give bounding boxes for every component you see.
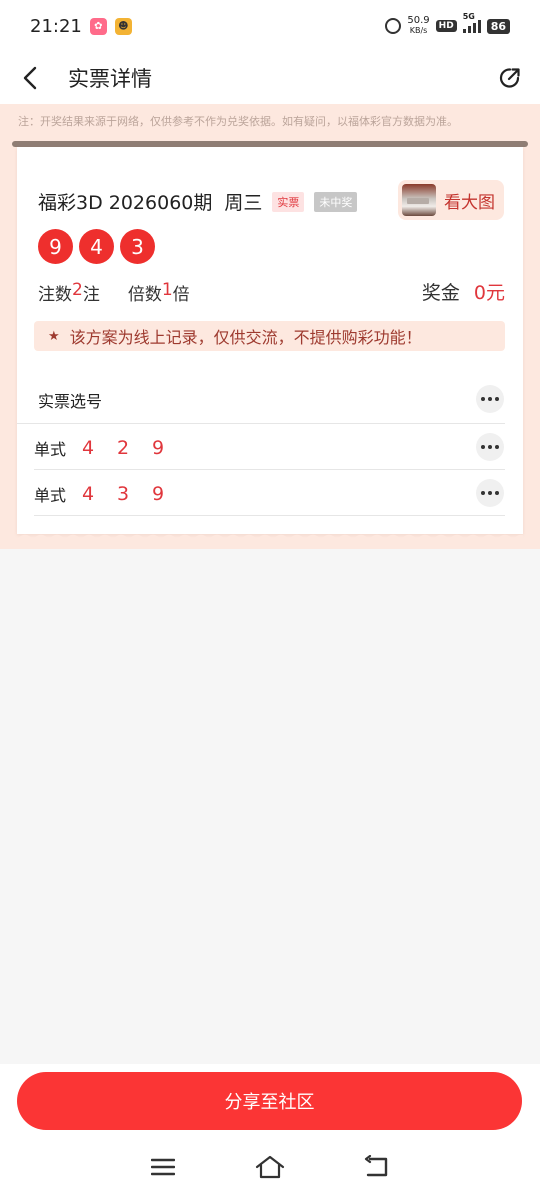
number-ball: 9 bbox=[38, 229, 73, 264]
multiple-unit: 倍 bbox=[172, 285, 190, 305]
bets-unit: 注 bbox=[82, 285, 100, 305]
status-indicators: 50.9 KB/s HD 5G 86 bbox=[385, 12, 510, 36]
pick-row: 单式 4 3 9 bbox=[34, 479, 187, 509]
share-button[interactable] bbox=[480, 52, 540, 104]
more-icon[interactable] bbox=[476, 479, 504, 507]
multiple-value: 1 bbox=[161, 280, 173, 300]
multiple-label: 倍数 bbox=[127, 285, 162, 305]
pick-type: 单式 bbox=[34, 440, 67, 459]
alarm-icon bbox=[385, 18, 402, 34]
number-ball: 3 bbox=[120, 229, 155, 264]
source-notice: 注：开奖结果来源于网络，仅供参考不作为兑奖依据。如有疑问，以福体彩官方数据为准。 bbox=[18, 115, 458, 128]
view-big-picture-label: 看大图 bbox=[444, 192, 495, 213]
ticket-header: 福彩3D 2026060期 周三 实票 未中奖 bbox=[38, 188, 358, 215]
status-badge: 未中奖 bbox=[314, 191, 358, 212]
winning-numbers: 9 4 3 bbox=[38, 229, 155, 264]
pick-number: 2 bbox=[117, 437, 130, 459]
star-icon: ★ bbox=[48, 328, 60, 344]
status-bar: 21:21 ✿ ☻ 50.9 KB/s HD 5G 86 bbox=[0, 0, 540, 52]
home-nav-button[interactable] bbox=[250, 1147, 290, 1187]
back-button[interactable] bbox=[0, 52, 60, 104]
ticket-thumbnail bbox=[402, 184, 436, 216]
prize-amount: 0元 bbox=[473, 282, 505, 304]
disclaimer-banner: ★ 该方案为线上记录，仅供交流，不提供购彩功能！ bbox=[34, 321, 505, 351]
view-big-picture-button[interactable]: 看大图 bbox=[398, 180, 504, 220]
pick-number: 3 bbox=[117, 483, 130, 505]
prize-label: 奖金 bbox=[421, 282, 460, 304]
menu-nav-button[interactable] bbox=[143, 1147, 183, 1187]
back-icon bbox=[364, 1155, 387, 1177]
app-notification-icon: ✿ bbox=[89, 17, 107, 35]
more-icon[interactable] bbox=[476, 433, 504, 461]
page-title: 实票详情 bbox=[68, 67, 152, 91]
bets-value: 2 bbox=[72, 280, 83, 300]
title-bar: 实票详情 bbox=[0, 52, 540, 104]
disclaimer-text: 该方案为线上记录，仅供交流，不提供购彩功能！ bbox=[69, 328, 422, 347]
pick-number: 4 bbox=[82, 483, 95, 505]
battery-icon: 86 bbox=[486, 18, 510, 34]
number-ball: 4 bbox=[79, 229, 114, 264]
pick-number: 4 bbox=[82, 437, 95, 459]
network-type: 5G bbox=[462, 12, 475, 21]
signal-icon: 5G bbox=[462, 12, 481, 33]
bets-label: 注数 bbox=[38, 285, 72, 305]
real-ticket-badge: 实票 bbox=[272, 191, 305, 212]
pick-row: 单式 4 2 9 bbox=[34, 433, 187, 463]
menu-icon bbox=[151, 1158, 176, 1176]
chevron-left-icon bbox=[23, 66, 37, 90]
prize: 奖金 0元 bbox=[422, 278, 505, 305]
more-icon[interactable] bbox=[476, 385, 504, 413]
bet-stats: 注数 2 注 倍数 1 倍 bbox=[38, 280, 190, 305]
pick-number: 9 bbox=[152, 437, 165, 459]
hd-icon: HD bbox=[435, 20, 457, 32]
picks-section-title: 实票选号 bbox=[38, 392, 103, 411]
pick-type: 单式 bbox=[34, 486, 67, 505]
status-time: 21:21 bbox=[30, 15, 82, 37]
app-notification-icon: ☻ bbox=[114, 17, 132, 35]
system-nav-bar bbox=[0, 1145, 540, 1189]
lottery-issue: 福彩3D 2026060期 bbox=[38, 192, 213, 214]
divider bbox=[17, 423, 505, 424]
divider bbox=[34, 515, 505, 516]
back-nav-button[interactable] bbox=[357, 1147, 397, 1187]
pick-number: 9 bbox=[152, 483, 165, 505]
net-speed: 50.9 KB/s bbox=[407, 16, 429, 36]
net-speed-value: 50.9 bbox=[407, 15, 430, 26]
net-speed-unit: KB/s bbox=[409, 26, 428, 35]
ticket-torn-edge bbox=[17, 526, 523, 542]
share-to-community-button[interactable]: 分享至社区 bbox=[17, 1072, 522, 1130]
divider bbox=[34, 469, 505, 470]
share-icon bbox=[499, 68, 520, 88]
draw-weekday: 周三 bbox=[224, 192, 263, 214]
home-icon bbox=[255, 1155, 285, 1179]
